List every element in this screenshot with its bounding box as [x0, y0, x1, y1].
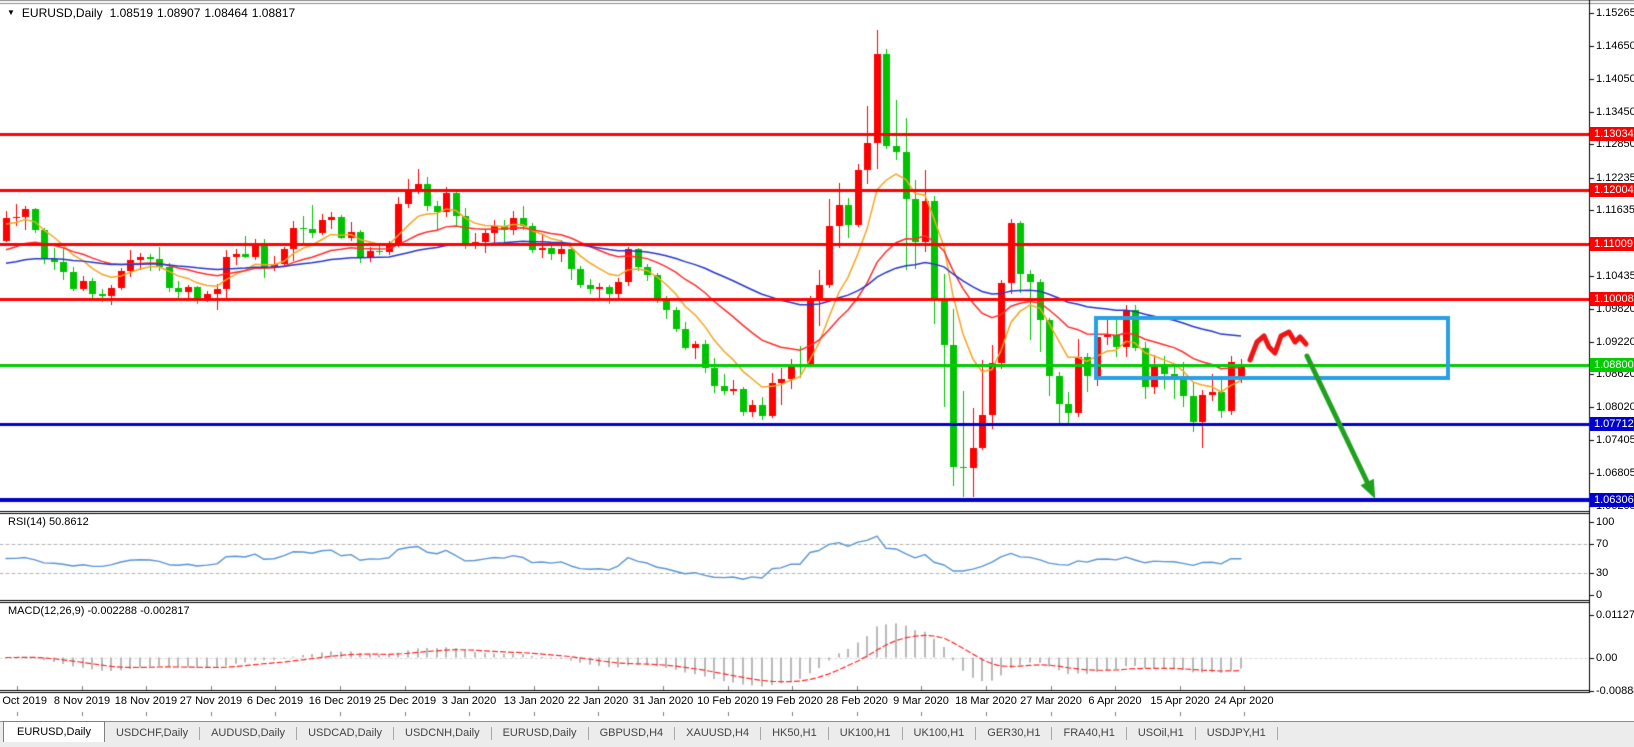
tab-uk100-h1[interactable]: UK100,H1 — [903, 724, 976, 741]
rsi-axis-label: 100 — [1596, 516, 1614, 529]
price-axis-label: 1.11635 — [1596, 204, 1634, 217]
tab-separator — [1277, 727, 1278, 740]
price-level-badge: 1.08800 — [1590, 358, 1634, 372]
rsi-axis-label: 0 — [1596, 589, 1602, 602]
tab-gbpusd-h4[interactable]: GBPUSD,H4 — [589, 724, 675, 741]
price-axis-label: 1.13450 — [1596, 106, 1634, 119]
chart-header: ▼ EURUSD,Daily 1.08519 1.08907 1.08464 1… — [7, 6, 295, 20]
macd-indicator-name: MACD(12,26,9) — [8, 605, 84, 617]
header-close-value: 1.08817 — [252, 6, 295, 20]
header-symbol-period: EURUSD,Daily — [22, 6, 103, 20]
price-level-badge: 1.10008 — [1590, 292, 1634, 306]
rsi-pane-label: RSI(14) 50.8612 — [8, 516, 89, 528]
header-low-value: 1.08464 — [204, 6, 247, 20]
price-axis-label: 1.08020 — [1596, 401, 1634, 414]
rsi-indicator-value: 50.8612 — [49, 516, 89, 528]
tab-ger30-h1[interactable]: GER30,H1 — [976, 724, 1051, 741]
tab-eurusd-daily[interactable]: EURUSD,Daily — [492, 724, 588, 741]
tab-usdcad-daily[interactable]: USDCAD,Daily — [297, 724, 393, 741]
chart-tab-bar: EURUSD,DailyUSDCHF,DailyAUDUSD,DailyUSDC… — [0, 721, 1634, 747]
header-high-value: 1.08907 — [157, 6, 200, 20]
rsi-axis-label: 30 — [1596, 567, 1608, 580]
tab-usdcnh-daily[interactable]: USDCNH,Daily — [394, 724, 491, 741]
macd-axis-label: -0.008845 — [1596, 685, 1634, 698]
tab-xauusd-h4[interactable]: XAUUSD,H4 — [675, 724, 760, 741]
macd-indicator-value: -0.002288 — [87, 605, 137, 617]
tab-usdjpy-h1[interactable]: USDJPY,H1 — [1196, 724, 1277, 741]
price-level-badge: 1.06306 — [1590, 493, 1634, 507]
price-axis-label: 1.15265 — [1596, 7, 1634, 20]
collapse-chart-icon[interactable]: ▼ — [7, 7, 15, 19]
macd-axis-label: 0.00 — [1596, 652, 1617, 665]
tab-usdchf-daily[interactable]: USDCHF,Daily — [105, 724, 199, 741]
rsi-indicator-name: RSI(14) — [8, 516, 46, 528]
price-level-badge: 1.12004 — [1590, 183, 1634, 197]
tab-uk100-h1[interactable]: UK100,H1 — [829, 724, 902, 741]
price-axis-label: 1.06805 — [1596, 467, 1634, 480]
price-level-badge: 1.13034 — [1590, 127, 1634, 141]
x-axis-date-label: 24 Apr 2020 — [1202, 695, 1286, 707]
macd-pane-label: MACD(12,26,9) -0.002288 -0.002817 — [8, 605, 190, 617]
macd-axis-label: 0.011277 — [1596, 609, 1634, 622]
tab-hk50-h1[interactable]: HK50,H1 — [761, 724, 828, 741]
header-open-value: 1.08519 — [110, 6, 153, 20]
price-axis-label: 1.14650 — [1596, 40, 1634, 53]
tab-usoil-h1[interactable]: USOil,H1 — [1127, 724, 1195, 741]
price-axis-label: 1.10435 — [1596, 270, 1634, 283]
price-level-badge: 1.11009 — [1590, 237, 1634, 251]
price-level-badge: 1.07712 — [1590, 417, 1634, 431]
rsi-axis-label: 70 — [1596, 538, 1608, 551]
tab-eurusd-daily[interactable]: EURUSD,Daily — [3, 721, 105, 742]
price-axis-label: 1.07405 — [1596, 434, 1634, 447]
tab-fra40-h1[interactable]: FRA40,H1 — [1052, 724, 1125, 741]
macd-indicator-signal-value: -0.002817 — [140, 605, 190, 617]
price-chart-canvas[interactable] — [0, 0, 1634, 747]
price-axis-label: 1.09220 — [1596, 336, 1634, 349]
tab-audusd-daily[interactable]: AUDUSD,Daily — [200, 724, 296, 741]
price-axis-label: 1.14050 — [1596, 73, 1634, 86]
